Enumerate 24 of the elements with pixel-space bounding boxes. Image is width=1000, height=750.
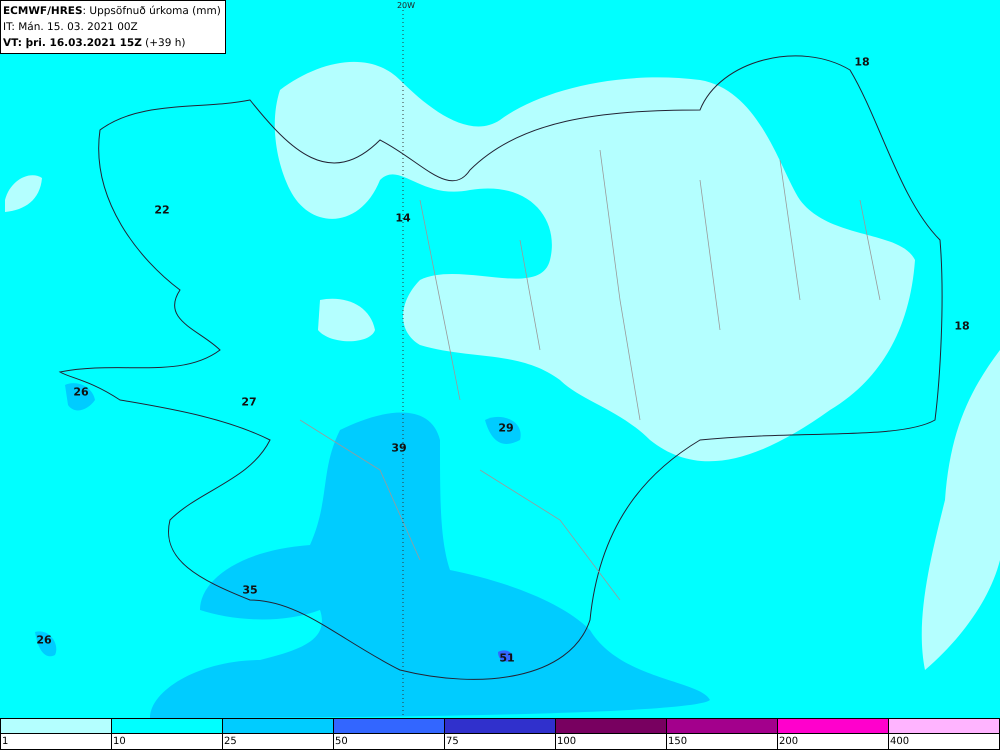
precipitation-value: 14 (395, 212, 411, 224)
meridian-label: 20W (396, 1, 416, 10)
valid-time: VT: þri. 16.03.2021 15Z (+39 h) (3, 36, 186, 51)
precipitation-value: 39 (391, 442, 407, 454)
legend-tick-label: 200 (779, 736, 798, 747)
precipitation-value: 35 (242, 584, 258, 596)
precipitation-value: 51 (499, 652, 515, 664)
legend-tick-label: 400 (890, 736, 910, 747)
precipitation-value: 18 (854, 56, 870, 68)
legend-tick-label: 150 (668, 736, 688, 747)
precipitation-value: 18 (954, 320, 970, 332)
issue-time: IT: Mán. 15. 03. 2021 00Z (3, 20, 138, 35)
legend-tick-label: 75 (446, 736, 459, 747)
legend-tick-label: 1 (2, 736, 8, 747)
precipitation-value: 26 (36, 634, 52, 646)
legend-tick-label: 100 (557, 736, 576, 747)
legend-tick-label: 25 (224, 736, 237, 747)
legend-tick-label: 10 (113, 736, 126, 747)
precipitation-value: 26 (73, 386, 89, 398)
precipitation-value: 22 (154, 204, 170, 216)
precipitation-value: 27 (241, 396, 257, 408)
legend-tick-label: 50 (335, 736, 348, 747)
precipitation-value: 29 (498, 422, 514, 434)
product-title: ECMWF/HRES: Uppsöfnuð úrkoma (mm) (3, 4, 221, 19)
